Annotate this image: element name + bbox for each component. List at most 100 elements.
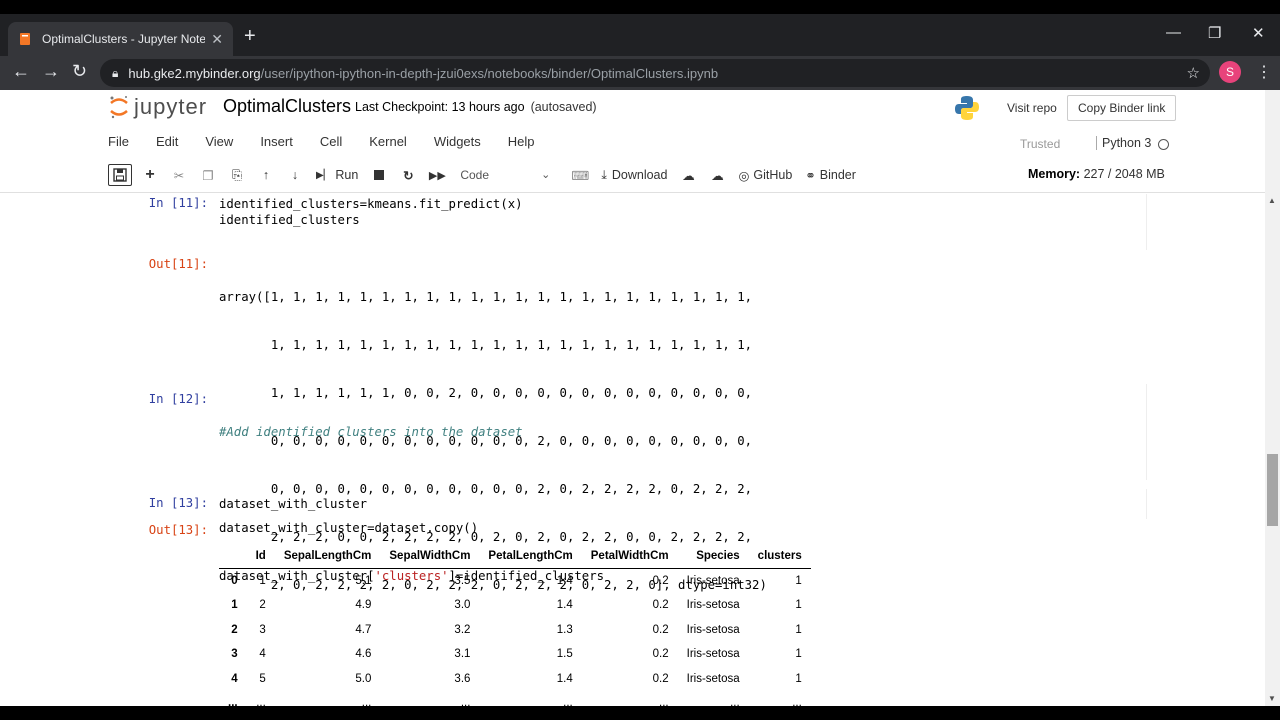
table-cell: 1 xyxy=(795,672,802,685)
restart-run-all-button[interactable]: ▶▶ xyxy=(426,164,448,186)
table-cell: 0.2 xyxy=(652,672,669,685)
table-cell: 0.2 xyxy=(652,575,669,587)
tab-close-icon[interactable]: ✕ xyxy=(211,31,223,48)
code-input[interactable]: dataset_with_cluster xyxy=(219,496,367,512)
restart-icon: ↻ xyxy=(403,168,414,183)
menu-view[interactable]: View xyxy=(205,134,233,154)
checkpoint-status: Last Checkpoint: 13 hours ago (autosaved) xyxy=(355,100,597,114)
code-input[interactable]: identified_clusters=kmeans.fit_predict(x… xyxy=(219,196,523,228)
jupyter-logo[interactable]: jupyter xyxy=(108,94,207,120)
table-row: 0 1 5.1 3.5 1.4 0.2 Iris-setosa 1 xyxy=(219,569,811,594)
notebook-header: jupyter OptimalClusters Last Checkpoint:… xyxy=(0,90,1265,193)
menu-help[interactable]: Help xyxy=(508,134,535,154)
table-cell: 0.2 xyxy=(652,599,669,612)
table-cell: 4 xyxy=(259,648,266,661)
row-index: ... xyxy=(228,697,238,706)
move-up-button[interactable]: ↑ xyxy=(255,164,277,186)
cell-type-select[interactable]: Code ⌄ xyxy=(455,164,556,186)
table-cell: Iris-setosa xyxy=(686,575,740,587)
table-row: 4 5 5.0 3.6 1.4 0.2 Iris-setosa 1 xyxy=(219,667,811,692)
minimize-icon[interactable]: — xyxy=(1166,24,1181,41)
menu-edit[interactable]: Edit xyxy=(156,134,178,154)
code-line: dataset_with_cluster xyxy=(219,497,368,511)
scrollbar-thumb[interactable] xyxy=(1267,454,1278,526)
menu-cell[interactable]: Cell xyxy=(320,134,342,154)
column-header: PetalWidthCm xyxy=(581,544,678,569)
column-header: Species xyxy=(677,544,749,569)
close-window-icon[interactable]: ✕ xyxy=(1252,24,1265,42)
add-cell-button[interactable]: + xyxy=(139,164,161,186)
table-cell: ... xyxy=(659,697,669,706)
scroll-up-icon[interactable]: ▲ xyxy=(1268,196,1276,205)
memory-label: Memory: xyxy=(1028,167,1081,181)
notebook-toolbar: + ✂ ❐ ⎘ ↑ ↓ ▶▏ Run ↻ ▶▶ Code ⌄ ⌨ ⤓ Download… xyxy=(108,164,866,186)
browser-tab[interactable]: OptimalClusters - Jupyter Notebook ✕ xyxy=(8,22,233,56)
arrow-up-icon: ↑ xyxy=(262,168,270,182)
trusted-indicator[interactable]: Trusted xyxy=(1020,137,1060,151)
menu-bar: File Edit View Insert Cell Kernel Widget… xyxy=(108,134,562,154)
cloud-download-button[interactable]: ☁ xyxy=(706,164,728,186)
table-cell: 4.7 xyxy=(355,623,372,636)
new-tab-button[interactable]: + xyxy=(244,26,256,46)
back-icon[interactable]: ← xyxy=(12,62,30,80)
page-scrollbar[interactable] xyxy=(1265,90,1280,706)
cut-button[interactable]: ✂ xyxy=(168,164,190,186)
github-button[interactable]: ◎ GitHub xyxy=(735,164,795,186)
table-cell: 3.2 xyxy=(454,623,471,636)
table-row: 1 2 4.9 3.0 1.4 0.2 Iris-setosa 1 xyxy=(219,593,811,618)
menu-insert[interactable]: Insert xyxy=(260,134,293,154)
menu-kernel[interactable]: Kernel xyxy=(369,134,407,154)
header-row: Id SepalLengthCm SepalWidthCm PetalLengt… xyxy=(219,544,811,569)
screen: OptimalClusters - Jupyter Notebook ✕ + —… xyxy=(0,0,1280,720)
restart-button[interactable]: ↻ xyxy=(397,164,419,186)
restore-icon[interactable]: ❐ xyxy=(1208,24,1221,42)
code-comment: #Add identified clusters into the datase… xyxy=(219,425,523,439)
table-cell: ... xyxy=(563,697,573,706)
download-button[interactable]: ⤓ Download xyxy=(598,164,670,186)
table-cell: 3.5 xyxy=(454,575,471,587)
tab-title: OptimalClusters - Jupyter Notebook xyxy=(42,32,206,46)
code-line: identified_clusters=kmeans.fit_predict(x… xyxy=(219,197,523,211)
run-button[interactable]: ▶▏ Run xyxy=(313,164,361,186)
binder-button[interactable]: ⚭ Binder xyxy=(802,164,859,186)
copy-button[interactable]: ❐ xyxy=(197,164,219,186)
table-cell: 2 xyxy=(259,599,266,612)
copy-binder-link-button[interactable]: Copy Binder link xyxy=(1067,95,1177,121)
table-cell: 0.2 xyxy=(652,648,669,661)
jupyter-page: jupyter OptimalClusters Last Checkpoint:… xyxy=(0,90,1280,706)
avatar[interactable]: S xyxy=(1219,61,1241,83)
table-cell: 1.4 xyxy=(556,575,573,587)
step-forward-icon: ▶▏ xyxy=(316,169,332,181)
github-label: GitHub xyxy=(753,168,793,182)
table-row: ........................ xyxy=(219,691,811,706)
kebab-icon[interactable]: ⋮ xyxy=(1256,62,1272,82)
interrupt-button[interactable] xyxy=(368,164,390,186)
letterbox-bottom xyxy=(0,706,1280,720)
table-cell: 0.2 xyxy=(652,623,669,636)
reload-icon[interactable]: ↻ xyxy=(72,62,87,80)
cloud-upload-button[interactable]: ☁ xyxy=(677,164,699,186)
copy-icon: ❐ xyxy=(202,168,214,183)
github-icon: ◎ xyxy=(738,168,750,183)
star-icon[interactable]: ☆ xyxy=(1187,64,1200,82)
command-palette-button[interactable]: ⌨ xyxy=(569,164,591,186)
menu-file[interactable]: File xyxy=(108,134,129,154)
table-cell: Iris-setosa xyxy=(686,599,740,612)
move-down-button[interactable]: ↓ xyxy=(284,164,306,186)
url-field[interactable]: 🔒︎ hub.gke2.mybinder.org /user/ipython-i… xyxy=(100,59,1210,87)
plus-icon: + xyxy=(145,166,155,183)
table-cell: Iris-setosa xyxy=(686,623,740,636)
code-line: dataset_with_cluster=dataset.copy() xyxy=(219,521,479,535)
table-header: Id SepalLengthCm SepalWidthCm PetalLengt… xyxy=(219,544,811,569)
visit-repo-button[interactable]: Visit repo xyxy=(996,95,1068,121)
scroll-down-icon[interactable]: ▼ xyxy=(1268,694,1276,703)
menu-widgets[interactable]: Widgets xyxy=(434,134,481,154)
output-line: 1, 1, 1, 1, 1, 1, 1, 1, 1, 1, 1, 1, 1, 1… xyxy=(219,338,753,352)
notebook-name[interactable]: OptimalClusters xyxy=(223,96,351,117)
url-host: hub.gke2.mybinder.org xyxy=(128,65,261,81)
paste-button[interactable]: ⎘ xyxy=(226,164,248,186)
save-button[interactable] xyxy=(108,164,132,186)
clipboard-icon: ⎘ xyxy=(231,167,242,182)
table-cell: 5.1 xyxy=(355,575,372,587)
forward-icon[interactable]: → xyxy=(42,62,60,80)
